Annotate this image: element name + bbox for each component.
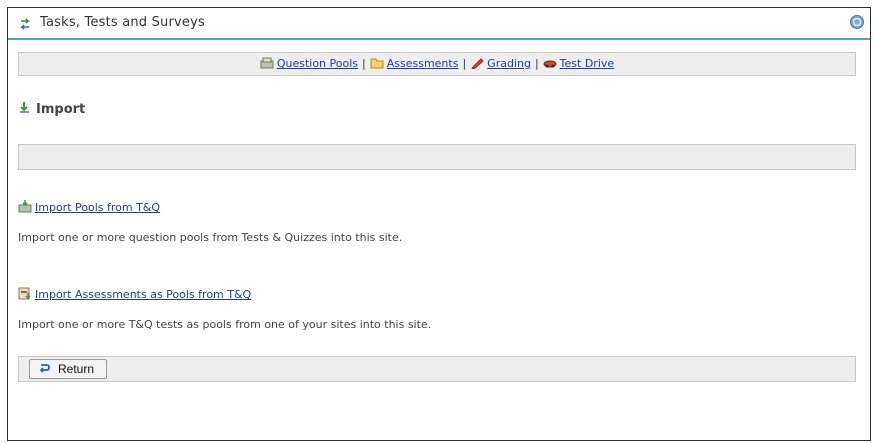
import-pools-item: Import Pools from T&Q [18, 200, 160, 214]
import-pools-description: Import one or more question pools from T… [18, 231, 403, 244]
page-title: Tasks, Tests and Surveys [40, 15, 205, 30]
nav-separator: | [534, 57, 539, 70]
import-pools-link[interactable]: Import Pools from T&Q [35, 201, 160, 214]
nav-assessments-link[interactable]: Assessments [387, 57, 459, 70]
question-pools-icon [260, 57, 274, 69]
assessments-icon [370, 58, 384, 69]
nav-separator: | [362, 57, 366, 70]
grading-icon [471, 58, 484, 69]
arrows-icon [20, 18, 30, 30]
nav-test-drive-link[interactable]: Test Drive [560, 57, 614, 70]
tool-nav-bar: Question Pools | Assessments | Grading | Te… [18, 52, 856, 76]
nav-question-pools-link[interactable]: Question Pools [277, 57, 358, 70]
return-button-label: Return [58, 362, 95, 376]
tool-frame: Tasks, Tests and Surveys Question Pools |… [7, 7, 871, 441]
import-assessments-icon [18, 287, 31, 300]
action-bar: Return [18, 356, 856, 382]
import-icon [20, 102, 29, 113]
section-heading: Import [18, 101, 85, 117]
import-assessments-link[interactable]: Import Assessments as Pools from T&Q [35, 288, 251, 301]
import-assessments-description: Import one or more T&Q tests as pools fr… [18, 318, 432, 331]
help-icon[interactable] [850, 15, 864, 29]
return-arrow-icon [39, 364, 50, 373]
nav-separator: | [462, 57, 467, 70]
nav-grading-link[interactable]: Grading [487, 57, 531, 70]
return-button[interactable]: Return [29, 359, 108, 379]
test-drive-icon [543, 60, 557, 68]
import-pools-icon [18, 200, 32, 213]
section-heading-text: Import [36, 102, 86, 117]
import-assessments-item: Import Assessments as Pools from T&Q [18, 287, 251, 301]
title-bar: Tasks, Tests and Surveys [8, 8, 870, 40]
message-bar [18, 144, 856, 170]
